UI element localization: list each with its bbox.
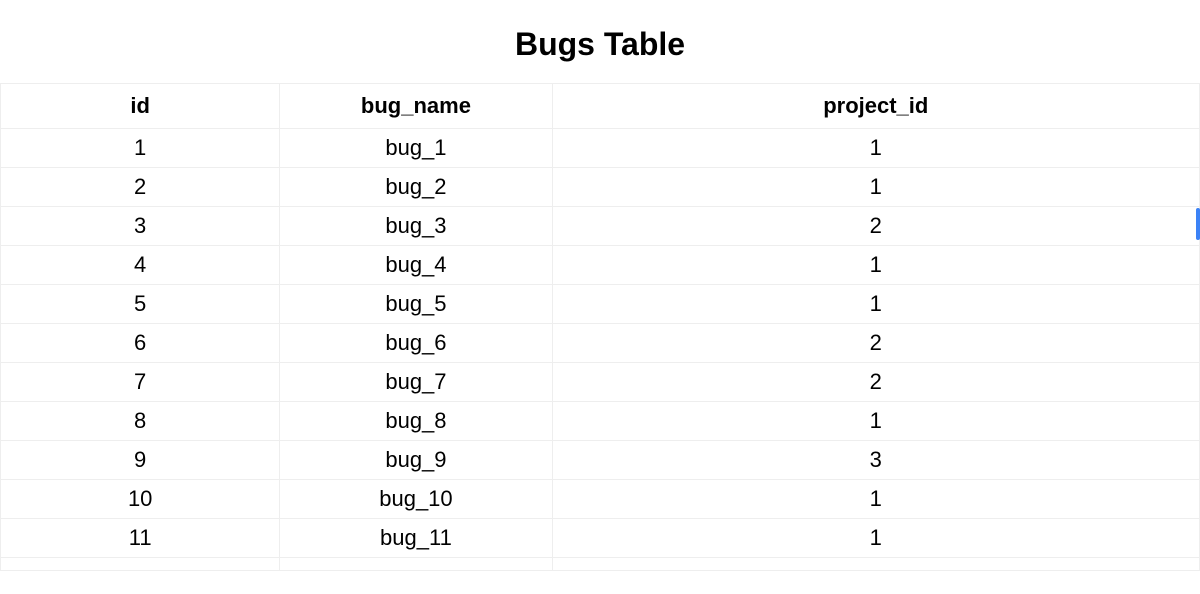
cell-id: 8 [1,402,280,441]
scroll-indicator[interactable] [1196,208,1200,240]
table-row: 2 bug_2 1 [1,168,1200,207]
cell-project-id: 1 [552,402,1199,441]
bugs-table: id bug_name project_id 1 bug_1 1 2 bug_2… [0,83,1200,571]
cell-project-id: 1 [552,519,1199,558]
cell-project-id: 2 [552,324,1199,363]
cell-id: 1 [1,129,280,168]
cell-project-id: 2 [552,363,1199,402]
cell-project-id: 3 [552,441,1199,480]
cell-bug-name: bug_6 [280,324,552,363]
table-row [1,558,1200,571]
table-row: 3 bug_3 2 [1,207,1200,246]
cell-id: 2 [1,168,280,207]
col-header-bug-name: bug_name [280,84,552,129]
cell-project-id: 2 [552,207,1199,246]
cell-project-id: 1 [552,246,1199,285]
table-row: 8 bug_8 1 [1,402,1200,441]
cell-bug-name: bug_11 [280,519,552,558]
cell-bug-name: bug_5 [280,285,552,324]
cell-bug-name: bug_10 [280,480,552,519]
cell-id: 10 [1,480,280,519]
cell-id: 9 [1,441,280,480]
cell-id: 7 [1,363,280,402]
cell-bug-name: bug_4 [280,246,552,285]
cell-project-id: 1 [552,480,1199,519]
table-row: 6 bug_6 2 [1,324,1200,363]
page-title: Bugs Table [0,0,1200,83]
table-header-row: id bug_name project_id [1,84,1200,129]
table-row: 11 bug_11 1 [1,519,1200,558]
table-row: 1 bug_1 1 [1,129,1200,168]
cell-id: 6 [1,324,280,363]
cell-bug-name: bug_2 [280,168,552,207]
cell-bug-name [280,558,552,571]
cell-bug-name: bug_8 [280,402,552,441]
cell-project-id [552,558,1199,571]
cell-id [1,558,280,571]
table-row: 10 bug_10 1 [1,480,1200,519]
table-row: 4 bug_4 1 [1,246,1200,285]
col-header-project-id: project_id [552,84,1199,129]
cell-bug-name: bug_1 [280,129,552,168]
cell-id: 5 [1,285,280,324]
cell-bug-name: bug_7 [280,363,552,402]
table-row: 7 bug_7 2 [1,363,1200,402]
cell-project-id: 1 [552,129,1199,168]
table-row: 9 bug_9 3 [1,441,1200,480]
cell-bug-name: bug_3 [280,207,552,246]
table-row: 5 bug_5 1 [1,285,1200,324]
cell-bug-name: bug_9 [280,441,552,480]
col-header-id: id [1,84,280,129]
cell-id: 4 [1,246,280,285]
cell-id: 3 [1,207,280,246]
cell-id: 11 [1,519,280,558]
cell-project-id: 1 [552,285,1199,324]
cell-project-id: 1 [552,168,1199,207]
